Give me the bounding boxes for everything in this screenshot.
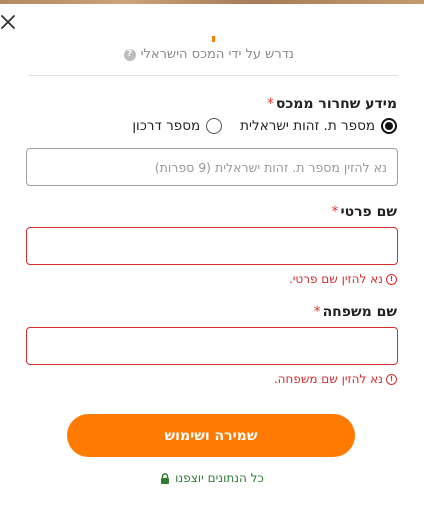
lock-icon	[161, 472, 170, 484]
radio-selected-icon[interactable]	[381, 118, 397, 134]
first-name-error-text: נא להזין שם פרטי.	[288, 272, 383, 286]
save-and-use-button[interactable]: שמירה ושימוש	[67, 414, 355, 457]
required-mark: *	[331, 204, 339, 220]
first-name-label-text: שם פרטי	[340, 204, 397, 220]
last-name-label-text: שם משפחה	[322, 304, 397, 320]
last-name-label: שם משפחה*	[314, 304, 397, 320]
secure-data-note: כל הנתונים יוצפנו	[0, 471, 424, 485]
secure-note-text: כל הנתונים יוצפנו	[175, 471, 264, 485]
radio-option-label: מספר דרכון	[132, 118, 201, 134]
customs-section-label-text: מידע שחרור ממכס	[275, 96, 397, 112]
tax-authority-note-text: נדרש על ידי המכס הישראלי	[140, 47, 294, 62]
required-mark: *	[266, 96, 274, 112]
radio-option-passport[interactable]: מספר דרכון	[132, 118, 223, 134]
close-icon	[1, 15, 15, 29]
close-button[interactable]	[0, 10, 20, 34]
radio-option-israeli-id[interactable]: מספר ת. זהות ישראלית	[240, 118, 397, 134]
error-icon: !	[386, 273, 397, 285]
first-name-input[interactable]	[26, 227, 398, 265]
error-icon: !	[386, 373, 397, 385]
id-type-radio-group: מספר ת. זהות ישראלית מספר דרכון	[132, 118, 397, 134]
first-name-label: שם פרטי*	[331, 204, 397, 220]
required-mark: *	[313, 304, 321, 320]
customs-section-label: מידע שחרור ממכס*	[267, 96, 397, 112]
tax-authority-note: נדרש על ידי המכס הישראלי ?	[123, 47, 294, 62]
accent-marker	[212, 36, 215, 42]
id-number-input[interactable]	[26, 148, 398, 186]
first-name-error: ! נא להזין שם פרטי.	[289, 272, 397, 286]
section-divider	[28, 75, 398, 76]
top-image-strip	[0, 0, 424, 4]
last-name-error-text: נא להזין שם משפחה.	[273, 372, 383, 386]
radio-unselected-icon[interactable]	[206, 118, 223, 134]
last-name-error: ! נא להזין שם משפחה.	[274, 372, 397, 386]
help-icon[interactable]: ?	[123, 48, 136, 61]
radio-option-label: מספר ת. זהות ישראלית	[240, 118, 375, 134]
last-name-input[interactable]	[26, 327, 398, 365]
